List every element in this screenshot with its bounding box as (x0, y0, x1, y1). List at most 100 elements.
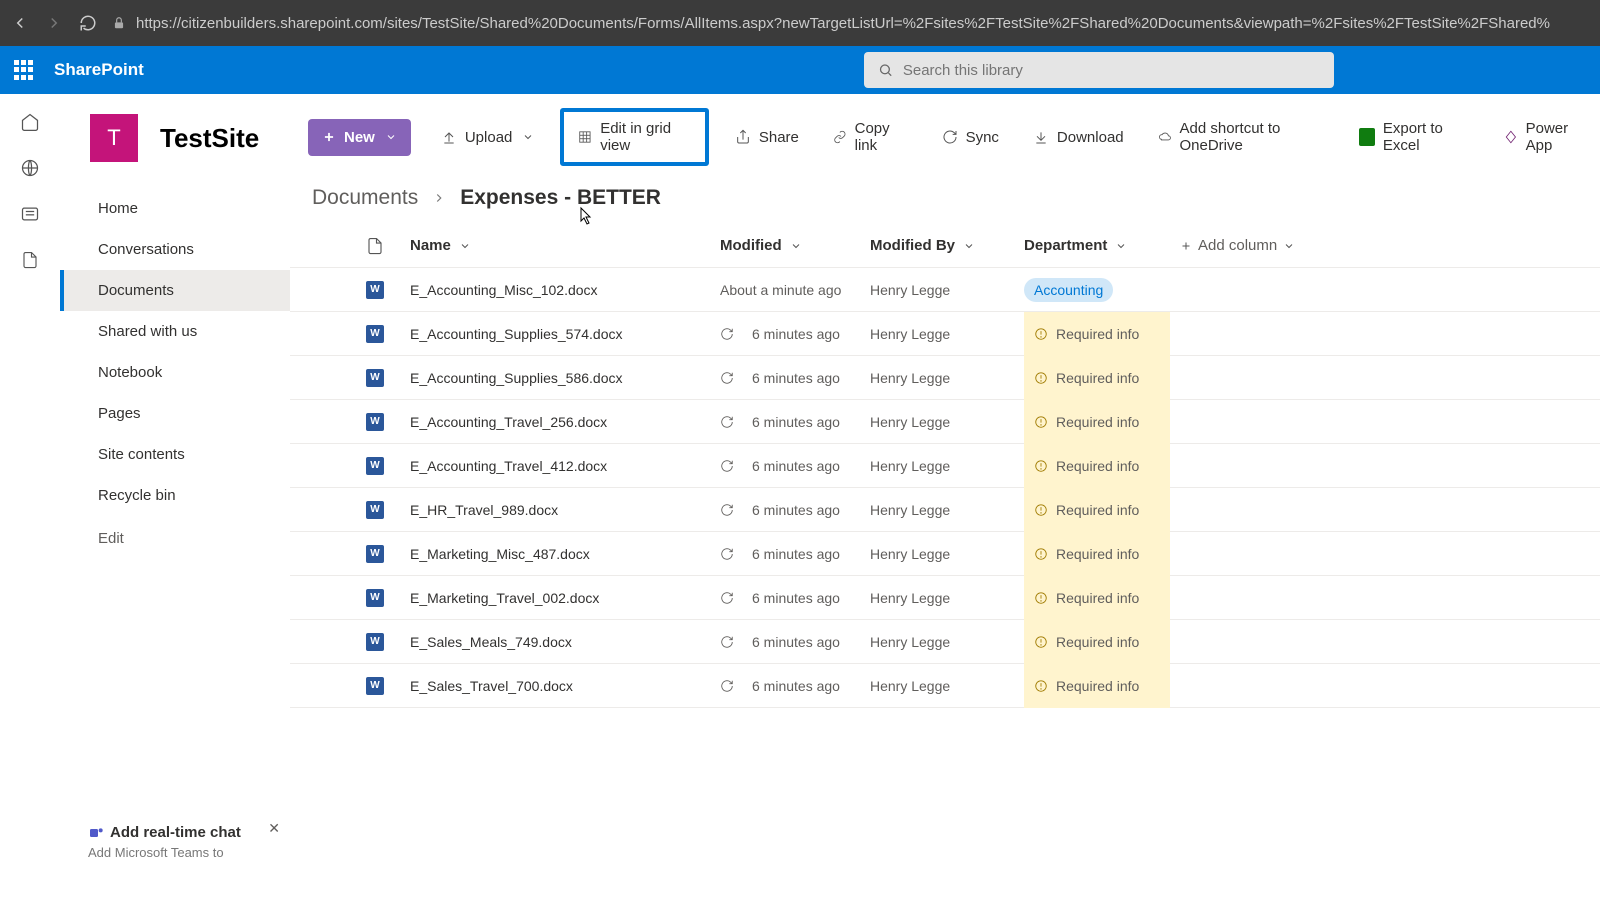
file-row[interactable]: E_Accounting_Supplies_586.docx6 minutes … (290, 356, 1600, 400)
file-grid: Name Modified Modified By Department Add… (290, 224, 1600, 708)
nav-item-shared-with-us[interactable]: Shared with us (60, 311, 290, 352)
close-icon[interactable]: ✕ (268, 820, 280, 837)
files-icon[interactable] (20, 250, 40, 270)
back-button[interactable] (10, 13, 30, 33)
modified-by[interactable]: Henry Legge (870, 502, 950, 518)
main-content: New Upload Edit in grid view Share Copy … (290, 94, 1600, 900)
address-bar[interactable]: https://citizenbuilders.sharepoint.com/s… (112, 15, 1590, 32)
file-name[interactable]: E_Sales_Travel_700.docx (410, 678, 573, 694)
add-shortcut-button[interactable]: Add shortcut to OneDrive (1146, 112, 1338, 162)
word-icon (366, 589, 384, 607)
file-name[interactable]: E_Accounting_Travel_412.docx (410, 458, 607, 474)
plus-icon (1180, 240, 1192, 252)
share-icon (735, 129, 751, 145)
required-info-badge[interactable]: Required info (1024, 620, 1170, 664)
breadcrumb-current: Expenses - BETTER (460, 186, 661, 210)
word-icon (366, 369, 384, 387)
modified-by[interactable]: Henry Legge (870, 414, 950, 430)
sync-button[interactable]: Sync (930, 121, 1011, 154)
col-modified[interactable]: Modified (720, 237, 870, 254)
app-launcher-icon[interactable] (14, 60, 34, 80)
globe-icon[interactable] (20, 158, 40, 178)
new-label: New (344, 129, 375, 146)
refresh-icon (720, 635, 734, 649)
required-info-badge[interactable]: Required info (1024, 664, 1170, 708)
file-row[interactable]: E_Sales_Travel_700.docx6 minutes agoHenr… (290, 664, 1600, 708)
powerapps-label: Power App (1526, 120, 1588, 154)
modified-by[interactable]: Henry Legge (870, 634, 950, 650)
nav-item-site-contents[interactable]: Site contents (60, 434, 290, 475)
required-info-badge[interactable]: Required info (1024, 576, 1170, 620)
required-info-badge[interactable]: Required info (1024, 356, 1170, 400)
required-info-badge[interactable]: Required info (1024, 488, 1170, 532)
brand-label[interactable]: SharePoint (54, 60, 144, 80)
modified-by[interactable]: Henry Legge (870, 590, 950, 606)
file-row[interactable]: E_Accounting_Misc_102.docxAbout a minute… (290, 268, 1600, 312)
file-name[interactable]: E_Marketing_Misc_487.docx (410, 546, 590, 562)
col-department[interactable]: Department (1024, 237, 1180, 254)
refresh-icon (720, 327, 734, 341)
site-logo[interactable]: T (90, 114, 138, 162)
file-name[interactable]: E_Accounting_Supplies_574.docx (410, 326, 623, 342)
upload-button[interactable]: Upload (429, 121, 547, 154)
file-row[interactable]: E_Accounting_Travel_412.docx6 minutes ag… (290, 444, 1600, 488)
file-name[interactable]: E_Sales_Meals_749.docx (410, 634, 572, 650)
required-info-badge[interactable]: Required info (1024, 312, 1170, 356)
word-icon (366, 325, 384, 343)
modified-date: 6 minutes ago (752, 634, 840, 650)
sync-icon (942, 129, 958, 145)
file-row[interactable]: E_Accounting_Travel_256.docx6 minutes ag… (290, 400, 1600, 444)
modified-by[interactable]: Henry Legge (870, 282, 950, 298)
home-icon[interactable] (20, 112, 40, 132)
add-column-button[interactable]: Add column (1180, 237, 1310, 254)
nav-item-home[interactable]: Home (60, 188, 290, 229)
file-row[interactable]: E_HR_Travel_989.docx 6 minutes ago Henry L… (290, 488, 1600, 532)
new-button[interactable]: New (308, 119, 411, 156)
search-input[interactable] (903, 62, 1320, 79)
file-row[interactable]: E_Accounting_Supplies_574.docx6 minutes … (290, 312, 1600, 356)
modified-date: 6 minutes ago (752, 502, 840, 518)
modified-by[interactable]: Henry Legge (870, 326, 950, 342)
file-name[interactable]: E_Accounting_Misc_102.docx (410, 282, 598, 298)
news-icon[interactable] (20, 204, 40, 224)
file-type-header-icon[interactable] (366, 237, 410, 255)
search-box[interactable] (864, 52, 1334, 88)
modified-by[interactable]: Henry Legge (870, 678, 950, 694)
modified-by[interactable]: Henry Legge (870, 546, 950, 562)
required-info-badge[interactable]: Required info (1024, 444, 1170, 488)
required-info-badge[interactable]: Required info (1024, 532, 1170, 576)
required-info-badge[interactable]: Required info (1024, 400, 1170, 444)
power-apps-button[interactable]: Power App (1492, 112, 1600, 162)
col-modified-by[interactable]: Modified By (870, 237, 1024, 254)
nav-item-recycle-bin[interactable]: Recycle bin (60, 475, 290, 516)
nav-edit-link[interactable]: Edit (60, 518, 290, 559)
export-label: Export to Excel (1383, 120, 1470, 154)
file-row[interactable]: E_Sales_Meals_749.docx 6 minutes ago Henry… (290, 620, 1600, 664)
nav-item-documents[interactable]: Documents (60, 270, 290, 311)
file-row[interactable]: E_Marketing_Travel_002.docx6 minutes ago… (290, 576, 1600, 620)
file-name[interactable]: E_HR_Travel_989.docx (410, 502, 558, 518)
file-name[interactable]: E_Marketing_Travel_002.docx (410, 590, 599, 606)
export-excel-button[interactable]: Export to Excel (1347, 112, 1482, 162)
file-name[interactable]: E_Accounting_Supplies_586.docx (410, 370, 623, 386)
nav-item-pages[interactable]: Pages (60, 393, 290, 434)
reload-button[interactable] (78, 13, 98, 33)
modified-by[interactable]: Henry Legge (870, 370, 950, 386)
nav-item-conversations[interactable]: Conversations (60, 229, 290, 270)
share-button[interactable]: Share (723, 121, 811, 154)
breadcrumb-root[interactable]: Documents (312, 186, 418, 210)
onedrive-icon (1158, 129, 1172, 145)
edit-grid-view-button[interactable]: Edit in grid view (560, 108, 708, 166)
forward-button[interactable] (44, 13, 64, 33)
nav-item-notebook[interactable]: Notebook (60, 352, 290, 393)
download-button[interactable]: Download (1021, 121, 1136, 154)
excel-icon (1359, 128, 1375, 146)
refresh-icon (720, 679, 734, 693)
chevron-down-icon (385, 131, 397, 143)
col-name[interactable]: Name (410, 237, 720, 254)
edit-grid-label: Edit in grid view (600, 120, 691, 154)
copy-link-button[interactable]: Copy link (821, 112, 920, 162)
file-name[interactable]: E_Accounting_Travel_256.docx (410, 414, 607, 430)
modified-by[interactable]: Henry Legge (870, 458, 950, 474)
file-row[interactable]: E_Marketing_Misc_487.docx6 minutes agoHe… (290, 532, 1600, 576)
